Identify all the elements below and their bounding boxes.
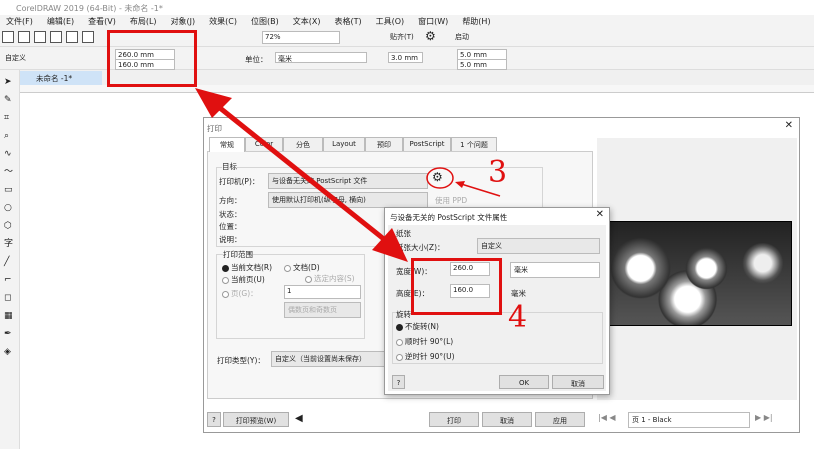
annotation-step-3: 3 — [488, 155, 508, 190]
annotation-arrows — [195, 88, 501, 262]
annotation-step-4: 4 — [508, 300, 528, 335]
annotation-arrow-line — [213, 102, 397, 250]
annotation-gear-circle — [426, 167, 454, 189]
annotation-pointer-head — [455, 181, 465, 188]
